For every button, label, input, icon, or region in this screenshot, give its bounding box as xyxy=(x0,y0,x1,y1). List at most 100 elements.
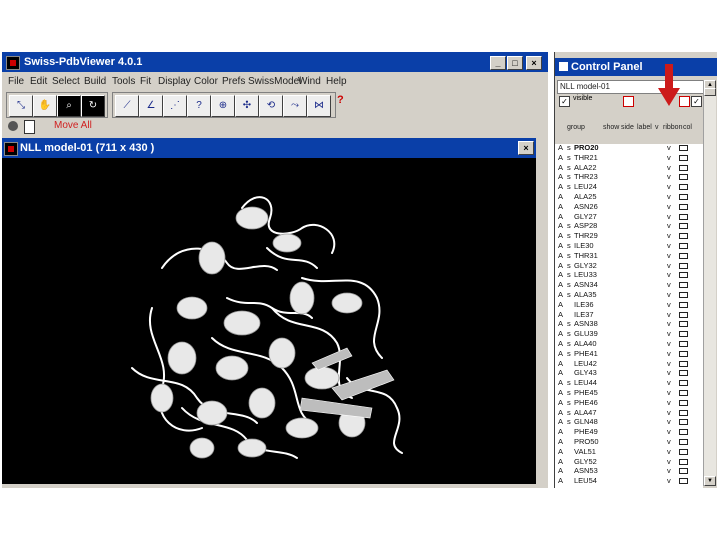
column-side[interactable]: side xyxy=(621,124,634,131)
residue-row[interactable]: As GLY32 v xyxy=(555,261,703,270)
menu-wind[interactable]: Wind xyxy=(298,76,321,87)
zoom-icon[interactable]: ⌕ xyxy=(57,95,81,117)
residue-row[interactable]: A ILE37 v xyxy=(555,310,703,319)
residue-ribbon-toggle[interactable] xyxy=(679,468,688,475)
control-panel-title-bar[interactable]: Control Panel xyxy=(555,58,717,76)
residue-row[interactable]: A GLY27 v xyxy=(555,212,703,221)
residue-row[interactable]: As LEU44 v xyxy=(555,379,703,387)
viewer-close-icon[interactable]: × xyxy=(518,141,534,155)
close-icon[interactable]: × xyxy=(526,56,542,70)
center-icon[interactable]: ⊕ xyxy=(211,95,235,117)
protein-ribbon-render[interactable] xyxy=(2,158,536,484)
structure-viewer[interactable]: NLL model-01 (711 x 430 ) × xyxy=(2,138,536,484)
residue-ribbon-toggle[interactable] xyxy=(679,145,688,151)
column-show[interactable]: show xyxy=(603,124,619,131)
residue-ribbon-toggle[interactable] xyxy=(679,252,688,259)
residue-ribbon-toggle[interactable] xyxy=(679,311,688,318)
residue-row[interactable]: As LEU24 v xyxy=(555,183,703,191)
residue-row[interactable]: As THR21 v xyxy=(555,153,703,162)
column-ribbon[interactable]: ribbon xyxy=(663,124,682,131)
residue-row[interactable]: A ALA25 v xyxy=(555,193,703,201)
menu-prefs[interactable]: Prefs xyxy=(222,76,245,87)
residue-row[interactable]: A ASN53 v xyxy=(555,467,703,475)
residue-ribbon-toggle[interactable] xyxy=(679,282,688,289)
residue-row[interactable]: A GLY43 v xyxy=(555,369,703,377)
menu-tools[interactable]: Tools xyxy=(112,76,135,87)
menu-swissmodel[interactable]: SwissModel xyxy=(248,76,301,87)
residue-ribbon-toggle[interactable] xyxy=(679,341,688,347)
measure-angle-icon[interactable]: ∠ xyxy=(139,95,163,117)
minimize-icon[interactable]: _ xyxy=(490,56,506,70)
residue-row[interactable]: As PHE45 v xyxy=(555,389,703,397)
residue-ribbon-toggle[interactable] xyxy=(679,439,688,445)
residue-ribbon-toggle[interactable] xyxy=(679,458,688,465)
residue-row[interactable]: A PHE49 v xyxy=(555,428,703,436)
residue-row[interactable]: As GLN48 v xyxy=(555,418,703,426)
move-all-icon[interactable]: ⤡ xyxy=(9,95,33,117)
menu-edit[interactable]: Edit xyxy=(30,76,47,87)
residue-row[interactable]: As THR23 v xyxy=(555,173,703,181)
residue-row[interactable]: As THR29 v xyxy=(555,232,703,240)
main-title-bar[interactable]: Swiss-PdbViewer 4.0.1 _ □ × xyxy=(2,52,548,72)
menu-select[interactable]: Select xyxy=(52,76,80,87)
residue-ribbon-toggle[interactable] xyxy=(679,370,688,377)
residue-row[interactable]: As ASP28 v xyxy=(555,222,703,230)
residue-row[interactable]: As ALA47 v xyxy=(555,408,703,417)
residue-row[interactable]: As GLU39 v xyxy=(555,330,703,338)
translate-icon[interactable]: ✋ xyxy=(33,95,57,117)
menu-color[interactable]: Color xyxy=(194,76,218,87)
residue-ribbon-toggle[interactable] xyxy=(679,419,688,426)
ribbon-toggle[interactable] xyxy=(679,96,690,107)
residue-ribbon-toggle[interactable] xyxy=(679,321,688,328)
residue-ribbon-toggle[interactable] xyxy=(679,380,688,387)
residue-ribbon-toggle[interactable] xyxy=(679,390,688,396)
column-group[interactable]: group xyxy=(567,124,585,131)
residue-ribbon-toggle[interactable] xyxy=(679,243,688,249)
residue-ribbon-toggle[interactable] xyxy=(679,233,688,240)
residue-ribbon-toggle[interactable] xyxy=(679,184,688,191)
residue-row[interactable]: As ASN34 v xyxy=(555,281,703,289)
torsion-icon[interactable]: ⤳ xyxy=(283,95,307,117)
column-label[interactable]: label xyxy=(637,124,652,131)
measure-dihedral-icon[interactable]: ⋰ xyxy=(163,95,187,117)
residue-row[interactable]: As PHE41 v xyxy=(555,349,703,358)
residue-row[interactable]: As PRO20 v xyxy=(555,144,703,152)
residue-row[interactable]: A ILE36 v xyxy=(555,300,703,309)
residue-ribbon-toggle[interactable] xyxy=(679,174,688,181)
control-panel-scrollbar[interactable]: ▲ ▼ xyxy=(703,80,716,486)
menu-help[interactable]: Help xyxy=(326,76,347,87)
residue-row[interactable]: As ILE30 v xyxy=(555,242,703,250)
residue-row[interactable]: A GLY52 v xyxy=(555,457,703,466)
scroll-down-icon[interactable]: ▼ xyxy=(704,476,716,486)
residue-ribbon-toggle[interactable] xyxy=(679,154,688,161)
residue-ribbon-toggle[interactable] xyxy=(679,194,688,200)
model-selector[interactable]: NLL model-01 xyxy=(557,80,705,94)
residue-ribbon-toggle[interactable] xyxy=(679,292,688,298)
label-toggle[interactable] xyxy=(623,96,634,107)
menu-fit[interactable]: Fit xyxy=(140,76,151,87)
superpose-icon[interactable]: ⋈ xyxy=(307,95,331,117)
residue-ribbon-toggle[interactable] xyxy=(679,360,688,367)
rotate-icon[interactable]: ↻ xyxy=(81,95,105,117)
residue-row[interactable]: As ALA35 v xyxy=(555,291,703,299)
residue-ribbon-toggle[interactable] xyxy=(679,203,688,210)
residue-row[interactable]: A VAL51 v xyxy=(555,447,703,456)
residue-ribbon-toggle[interactable] xyxy=(679,429,688,436)
residue-ribbon-toggle[interactable] xyxy=(679,223,688,230)
color-checkbox[interactable]: ✓ xyxy=(691,96,702,107)
residue-row[interactable]: As ASN38 v xyxy=(555,320,703,328)
residue-row[interactable]: A LEU54 v xyxy=(555,477,703,485)
residue-row[interactable]: A LEU42 v xyxy=(555,359,703,368)
residue-ribbon-toggle[interactable] xyxy=(679,478,688,485)
visible-checkbox[interactable]: ✓ xyxy=(559,96,570,107)
column-col[interactable]: col xyxy=(683,124,692,131)
residue-ribbon-toggle[interactable] xyxy=(679,399,688,406)
residue-row[interactable]: A ASN26 v xyxy=(555,202,703,211)
help-question-icon[interactable]: ? xyxy=(337,94,344,106)
residue-ribbon-toggle[interactable] xyxy=(679,331,688,338)
document-icon[interactable] xyxy=(24,120,35,134)
identify-icon[interactable]: ? xyxy=(187,95,211,117)
residue-row[interactable]: As ALA40 v xyxy=(555,340,703,348)
menu-build[interactable]: Build xyxy=(84,76,106,87)
maximize-icon[interactable]: □ xyxy=(507,56,523,70)
